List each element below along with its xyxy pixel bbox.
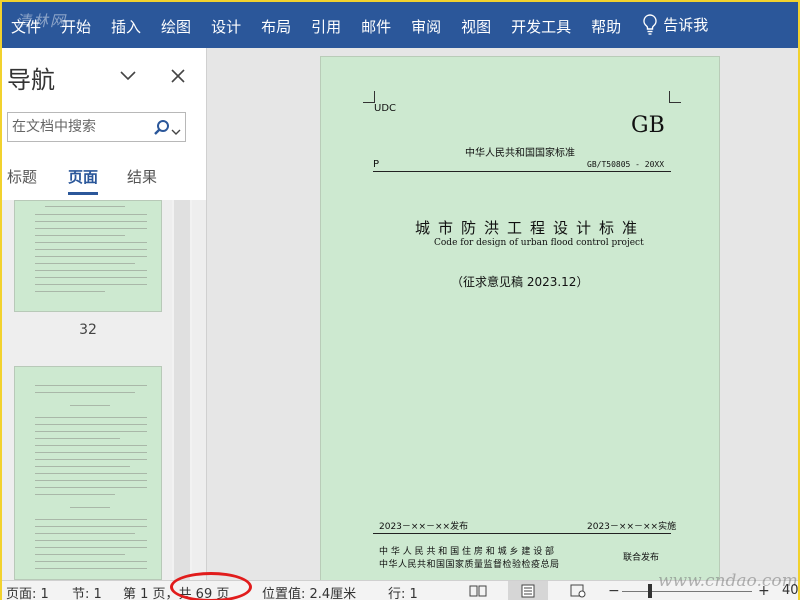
udc-label: UDC	[374, 103, 397, 114]
navigation-pane: 导航 标题 页面 结果	[2, 48, 207, 580]
zoom-slider[interactable]	[622, 591, 752, 592]
standard-title-cn: 城市防洪工程设计标准	[415, 219, 646, 237]
footer-rule	[373, 533, 671, 534]
tell-me-search[interactable]: 告诉我	[663, 0, 708, 50]
publish-date: 2023－××－××发布	[379, 522, 469, 532]
thumbnail-scrollbar[interactable]	[172, 200, 192, 580]
tab-developer[interactable]: 开发工具	[501, 2, 581, 48]
chevron-down-icon[interactable]	[116, 64, 140, 88]
draft-note: （征求意见稿 2023.12）	[451, 275, 589, 289]
joint-issue: 联合发布	[623, 553, 660, 563]
print-layout-icon[interactable]	[508, 581, 548, 600]
nav-tab-headings[interactable]: 标题	[7, 166, 37, 187]
document-page[interactable]: UDC GB 中华人民共和国国家标准 P GB/T50805 - 20XX 城市…	[320, 56, 720, 580]
status-position[interactable]: 位置值: 2.4厘米	[262, 583, 356, 600]
web-layout-icon[interactable]	[558, 581, 598, 600]
tab-design[interactable]: 设计	[201, 2, 251, 48]
search-box	[7, 112, 186, 142]
search-icon[interactable]	[153, 119, 171, 137]
tab-references[interactable]: 引用	[301, 2, 351, 48]
nav-tab-results[interactable]: 结果	[127, 166, 157, 187]
zoom-out-icon[interactable]: −	[608, 583, 620, 599]
standard-title-en: Code for design of urban flood control p…	[434, 238, 644, 248]
issuer-ministry: 中 华 人 民 共 和 国 住 房 和 城 乡 建 设 部	[379, 547, 555, 557]
zoom-slider-knob[interactable]	[648, 584, 652, 598]
page-thumbnail[interactable]	[14, 366, 162, 580]
read-mode-icon[interactable]	[458, 581, 498, 600]
search-options-chevron-icon[interactable]	[171, 121, 183, 135]
tab-mailings[interactable]: 邮件	[351, 2, 401, 48]
active-tab-indicator	[68, 192, 98, 195]
thumbnail-page-number: 32	[79, 322, 97, 338]
tab-layout[interactable]: 布局	[251, 2, 301, 48]
status-line[interactable]: 行: 1	[388, 583, 418, 600]
nav-tab-pages[interactable]: 页面	[68, 166, 98, 187]
status-section[interactable]: 节: 1	[72, 583, 102, 600]
ribbon-tabs: 文件 开始 插入 绘图 设计 布局 引用 邮件 审阅 视图 开发工具 帮助 告诉…	[2, 2, 798, 48]
status-page[interactable]: 页面: 1	[6, 583, 49, 600]
tab-view[interactable]: 视图	[451, 2, 501, 48]
page-thumbnail[interactable]	[14, 200, 162, 312]
watermark-url: www.cndao.com	[658, 571, 798, 591]
watermark-logo: 清林网	[16, 12, 68, 30]
tab-review[interactable]: 审阅	[401, 2, 451, 48]
gb-label: GB	[631, 113, 665, 138]
zoom-in-icon[interactable]: +	[758, 583, 770, 599]
p-label: P	[373, 159, 380, 170]
scrollbar-thumb[interactable]	[174, 200, 190, 580]
implement-date: 2023－××－××实施	[587, 522, 677, 532]
document-area[interactable]: UDC GB 中华人民共和国国家标准 P GB/T50805 - 20XX 城市…	[207, 48, 798, 580]
nav-title: 导航	[7, 66, 55, 94]
search-input[interactable]	[12, 117, 152, 137]
issuer-aqsiq: 中华人民共和国国家质量监督检验检疫总局	[379, 560, 560, 570]
standard-type: 中华人民共和国国家标准	[465, 148, 575, 159]
tab-draw[interactable]: 绘图	[151, 2, 201, 48]
lightbulb-icon[interactable]	[637, 2, 663, 48]
crop-mark	[363, 91, 375, 103]
crop-mark	[669, 91, 681, 103]
tab-help[interactable]: 帮助	[581, 2, 631, 48]
highlight-circle	[170, 572, 252, 600]
nav-tabs: 标题 页面 结果	[2, 162, 202, 198]
tab-insert[interactable]: 插入	[101, 2, 151, 48]
standard-code: GB/T50805 - 20XX	[587, 160, 665, 169]
status-bar: 页面: 1 节: 1 第 1 页，共 69 页 位置值: 2.4厘米 行: 1 …	[2, 571, 799, 600]
header-rule	[373, 171, 671, 172]
zoom-level[interactable]: 40	[782, 583, 799, 598]
close-icon[interactable]	[166, 64, 190, 88]
page-thumbnails: 32	[2, 200, 206, 580]
